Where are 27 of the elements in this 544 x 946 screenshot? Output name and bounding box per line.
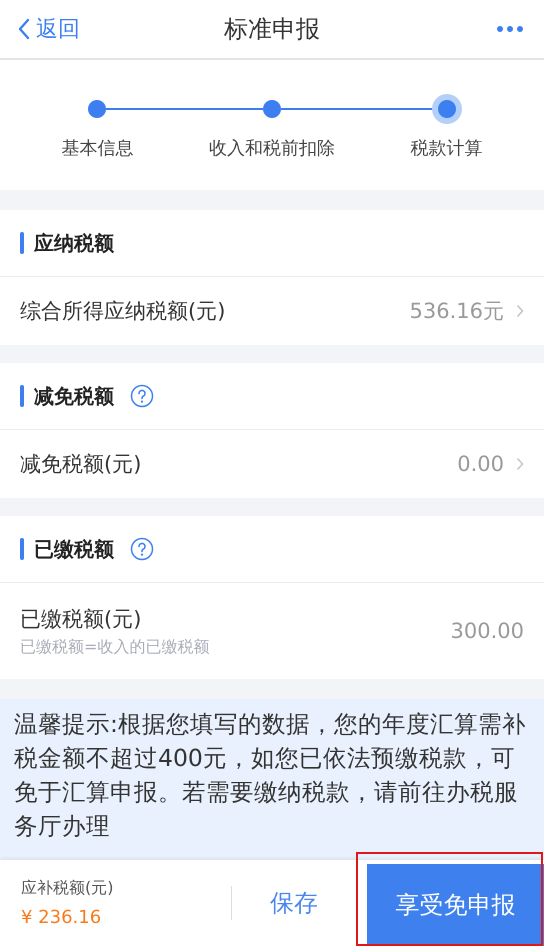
section-marker — [20, 538, 24, 560]
section-marker — [20, 385, 24, 407]
page-title: 标准申报 — [224, 14, 320, 45]
amount-value: ¥ 236.16 — [21, 907, 102, 928]
section-title: 减免税额 — [34, 382, 114, 410]
help-icon[interactable] — [130, 537, 154, 561]
back-icon — [18, 18, 30, 40]
notice-text: 温馨提示:根据您填写的数据，您的年度汇算需补税金额不超过400元，如您已依法预缴税款，可免于汇算申报。若需要缴纳税款，请前往办税服务厅办理 — [0, 699, 544, 860]
row-label: 综合所得应纳税额(元) — [20, 298, 226, 325]
step-label: 基本信息 — [61, 137, 134, 160]
row-label: 减免税额(元) — [20, 451, 142, 478]
row-value: 536.16元 — [410, 298, 504, 325]
submit-button[interactable]: 享受免申报 — [367, 864, 544, 946]
more-icon[interactable] — [496, 25, 524, 33]
back-link[interactable]: 返回 — [18, 14, 80, 44]
row-value: 300.00 — [450, 619, 524, 643]
row-value: 0.00 — [457, 452, 504, 476]
row-label: 已缴税额(元) — [20, 606, 142, 632]
amount-label: 应补税额(元) — [21, 878, 114, 899]
save-button[interactable]: 保存 — [232, 860, 356, 946]
section-marker — [20, 232, 24, 254]
section-title: 应纳税额 — [34, 230, 114, 256]
row-note: 已缴税额=收入的已缴税额 — [20, 636, 210, 658]
step-label: 税款计算 — [410, 137, 483, 160]
help-icon[interactable] — [130, 384, 154, 408]
step-label: 收入和税前扣除 — [209, 137, 335, 160]
section-title: 已缴税额 — [34, 536, 114, 562]
